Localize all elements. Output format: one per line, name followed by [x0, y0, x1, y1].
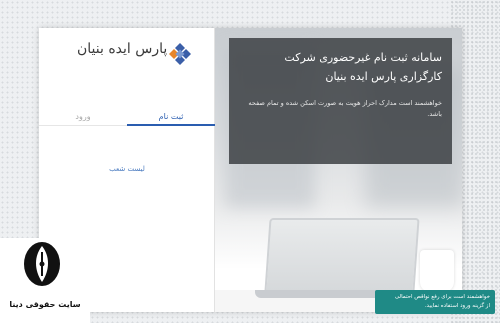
toast-line-2: از گزینه ورود استفاده نمایید. [424, 303, 490, 309]
info-description: خواهشمند است مدارک احراز هویت به صورت اس… [248, 99, 442, 118]
watermark-text: سایت حقوقی دینا [9, 300, 81, 309]
notice-toast: خواهشمند است برای رفع نواقص احتمالی از گ… [375, 290, 495, 314]
diamond-logo-icon [169, 43, 191, 65]
toast-line-1: خواهشمند است برای رفع نواقص احتمالی [394, 294, 490, 300]
brand-name: پارس ایده بنیان [77, 41, 168, 57]
info-title: سامانه ثبت نام غیرحضوری شرکت کارگزاری پا… [284, 51, 442, 83]
tab-register[interactable]: ثبت نام [127, 108, 215, 126]
branch-list-link[interactable]: لیست شعب [39, 165, 215, 173]
tab-login[interactable]: ورود [39, 108, 127, 126]
laptop-image [264, 218, 420, 292]
info-overlay: سامانه ثبت نام غیرحضوری شرکت کارگزاری پا… [229, 38, 452, 164]
registration-card: پارس ایده بنیان ورود ثبت نام لیست شعب سا… [39, 28, 462, 312]
watermark-badge: سایت حقوقی دینا [0, 238, 90, 323]
cup-image [420, 250, 454, 292]
brand-header: پارس ایده بنیان [39, 28, 215, 86]
pen-nib-logo-icon [24, 242, 60, 286]
auth-tabs: ورود ثبت نام [39, 108, 215, 126]
